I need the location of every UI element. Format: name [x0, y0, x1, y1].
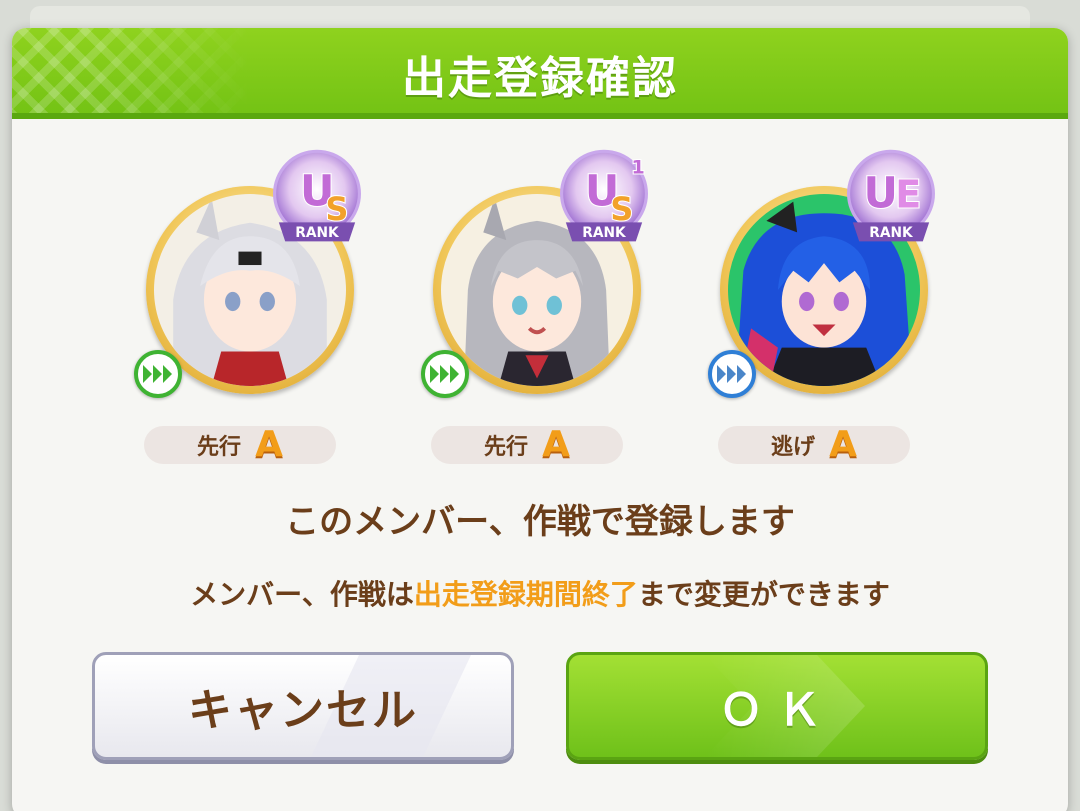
strategy-aptitude: 先行 A — [431, 426, 623, 464]
ok-button-label: ＯＫ — [719, 685, 835, 736]
svg-text:RANK: RANK — [869, 225, 914, 241]
cancel-button-label: キャンセル — [188, 685, 418, 736]
aptitude-grade: A — [829, 424, 857, 465]
strategy-label: 先行 — [484, 435, 529, 460]
header-bottom-edge — [12, 113, 1068, 119]
rank-badge-icon: U S RANK — [264, 146, 370, 252]
forward-run-icon — [134, 350, 182, 398]
strategy-label: 逃げ — [771, 435, 816, 460]
member-card-1[interactable]: U S RANK 先行 A — [128, 146, 368, 476]
strategy-aptitude: 先行 A — [144, 426, 336, 464]
header-pattern — [12, 28, 252, 119]
member-card-2[interactable]: U S 1 RANK 先行 A — [415, 146, 655, 476]
forward-run-icon — [421, 350, 469, 398]
svg-text:RANK: RANK — [295, 225, 340, 241]
confirm-message: このメンバー、作戦で登録します — [285, 502, 795, 542]
forward-run-icon — [708, 350, 756, 398]
rank-badge-icon: U E RANK — [838, 146, 944, 252]
note-suffix: まで変更ができます — [637, 578, 890, 611]
ok-button[interactable]: ＯＫ — [566, 652, 988, 760]
dialog-header: 出走登録確認 — [12, 28, 1068, 119]
race-entry-confirm-dialog: 出走登録確認 U S RANK 先行 A U S 1 RANK 先行 A U E… — [12, 28, 1068, 811]
rank-badge-icon: U S 1 RANK — [551, 146, 657, 252]
svg-text:U: U — [863, 168, 897, 217]
member-list: U S RANK 先行 A U S 1 RANK 先行 A U E RANK 逃… — [12, 146, 1068, 476]
cancel-button[interactable]: キャンセル — [92, 652, 514, 760]
svg-text:RANK: RANK — [582, 225, 627, 241]
rank-superscript: 1 — [632, 157, 645, 179]
note-highlight: 出走登録期間終了 — [413, 578, 638, 611]
member-card-3[interactable]: U E RANK 逃げ A — [702, 146, 942, 476]
dialog-title: 出走登録確認 — [402, 52, 678, 104]
aptitude-grade: A — [255, 424, 283, 465]
svg-text:E: E — [895, 172, 921, 216]
strategy-label: 先行 — [197, 435, 242, 460]
aptitude-grade: A — [542, 424, 570, 465]
strategy-aptitude: 逃げ A — [718, 426, 910, 464]
note-prefix: メンバー、作戦は — [190, 578, 414, 611]
change-period-note: メンバー、作戦は出走登録期間終了まで変更ができます — [12, 573, 1068, 613]
